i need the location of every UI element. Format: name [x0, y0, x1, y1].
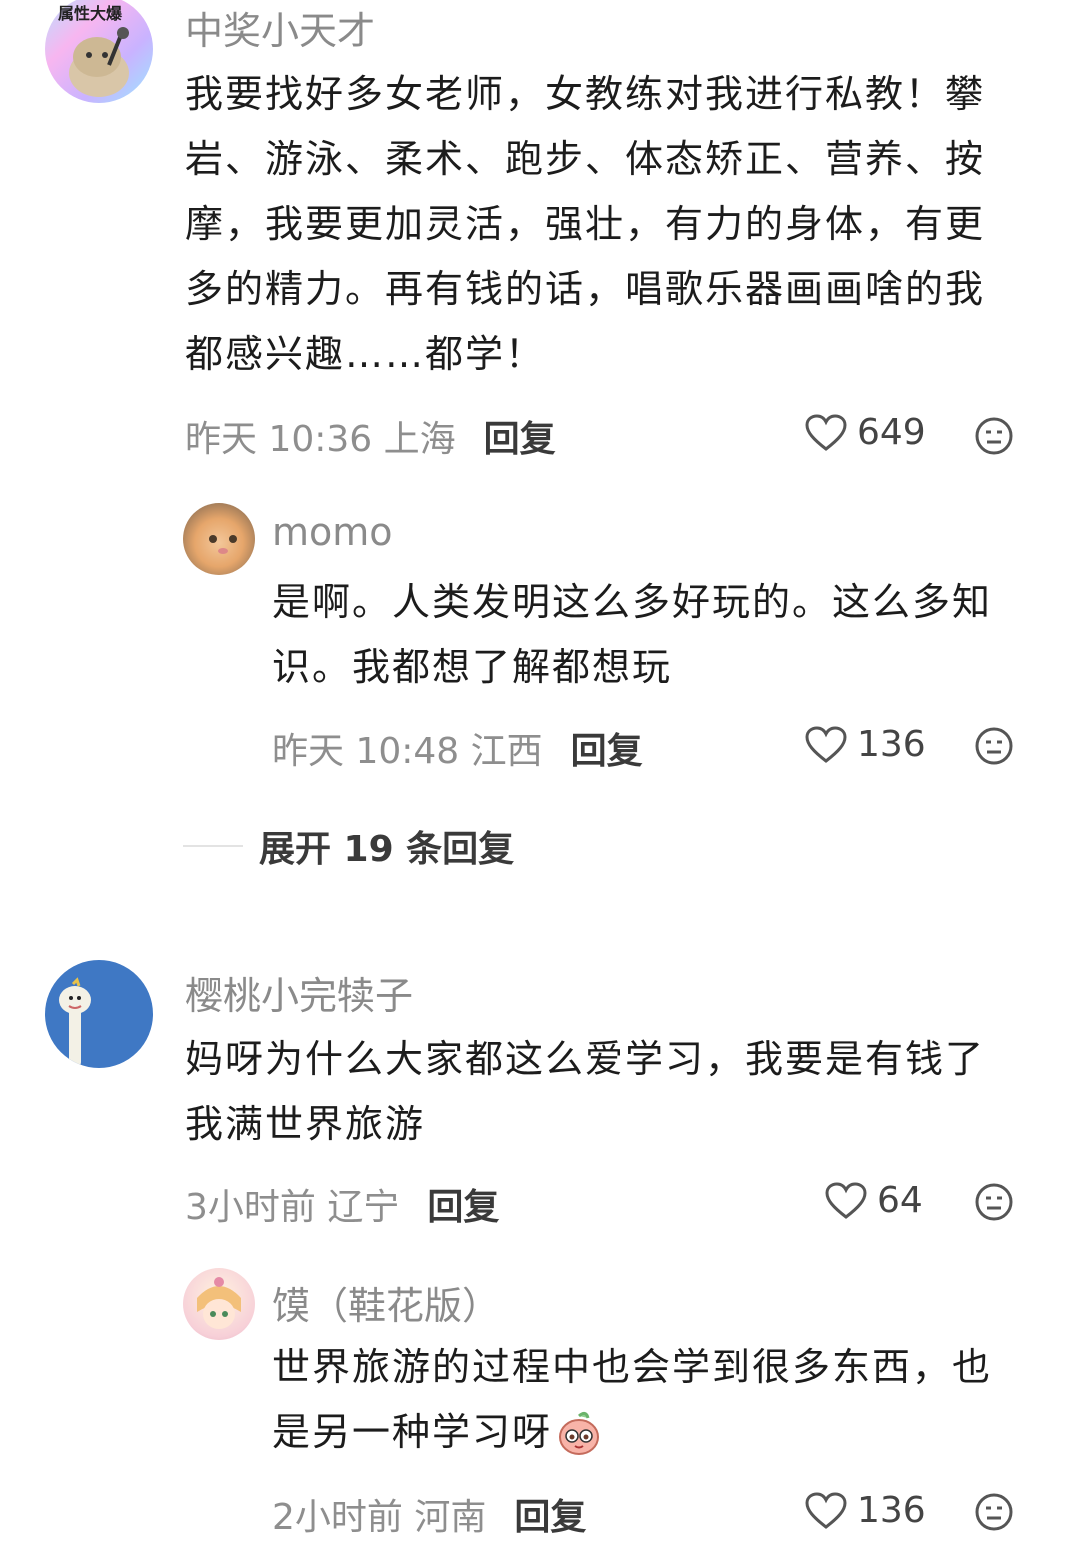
comment-text: 世界旅游的过程中也会学到很多东西，也 是另一种学习呀: [272, 1345, 993, 1455]
commenter-name[interactable]: 馍（鞋花版）: [272, 1275, 500, 1330]
reply-button[interactable]: 回复: [514, 1488, 586, 1540]
like-button[interactable]: 136: [805, 724, 926, 765]
reply-button[interactable]: 回复: [571, 722, 643, 774]
divider-line: [183, 845, 243, 847]
like-count: 136: [857, 724, 926, 765]
dislike-face-icon[interactable]: [974, 726, 1014, 766]
comment-text: 是啊。人类发明这么多好玩的。这么多知 识。我都想了解都想玩: [272, 580, 993, 689]
comment-meta: 2小时前 河南 回复: [272, 1488, 586, 1540]
expand-replies-button[interactable]: 展开 19 条回复: [183, 820, 514, 872]
commenter-name[interactable]: 中奖小天才: [185, 0, 375, 55]
like-button[interactable]: 136: [805, 1490, 926, 1531]
like-count: 136: [857, 1490, 926, 1531]
like-count: 649: [857, 412, 926, 453]
heart-icon: [805, 725, 847, 763]
heart-icon: [805, 1491, 847, 1529]
heart-icon: [825, 1181, 867, 1219]
dislike-face-icon[interactable]: [974, 1492, 1014, 1532]
comment-time-location: 2小时前 河南: [272, 1497, 487, 1538]
comment-meta: 昨天 10:36 上海 回复: [185, 410, 556, 462]
avatar[interactable]: [183, 1268, 255, 1340]
comment-meta: 昨天 10:48 江西 回复: [272, 722, 643, 774]
reply-button[interactable]: 回复: [427, 1178, 499, 1230]
dislike-face-icon[interactable]: [974, 416, 1014, 456]
like-count: 64: [877, 1180, 923, 1221]
comment-text: 我要找好多女老师，女教练对我进行私教！攀 岩、游泳、柔术、跑步、体态矫正、营养、…: [185, 72, 986, 376]
peach-sticker-icon: [559, 1411, 600, 1455]
commenter-name[interactable]: momo: [272, 510, 393, 554]
comment-time-location: 3小时前 辽宁: [185, 1187, 400, 1228]
avatar[interactable]: [183, 503, 255, 575]
comment-time-location: 昨天 10:36 上海: [185, 419, 456, 460]
expand-replies-label: 展开 19 条回复: [259, 829, 515, 870]
comment-time-location: 昨天 10:48 江西: [272, 731, 543, 772]
like-button[interactable]: 64: [825, 1180, 923, 1221]
heart-icon: [805, 413, 847, 451]
avatar-caption: 属性大爆: [58, 4, 123, 23]
like-button[interactable]: 649: [805, 412, 926, 453]
dislike-face-icon[interactable]: [974, 1182, 1014, 1222]
anime-girl-avatar-icon: [197, 1277, 241, 1329]
reply-button[interactable]: 回复: [484, 410, 556, 462]
comment-text: 妈呀为什么大家都这么爱学习，我要是有钱了 我满世界旅游: [185, 1037, 986, 1146]
goose-avatar-icon: [59, 977, 91, 1068]
commenter-name[interactable]: 樱桃小完犊子: [185, 965, 413, 1020]
comment-meta: 3小时前 辽宁 回复: [185, 1178, 499, 1230]
cat-avatar-icon: [209, 535, 237, 554]
avatar[interactable]: [45, 960, 153, 1068]
